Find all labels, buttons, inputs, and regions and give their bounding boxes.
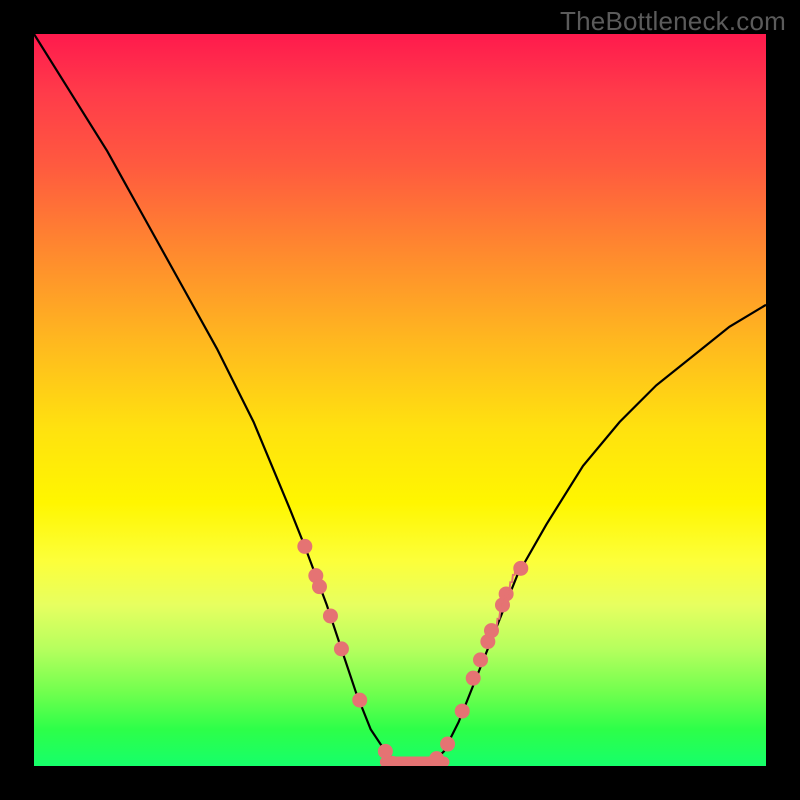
- marker-dot: [429, 751, 444, 766]
- marker-dot: [378, 744, 393, 759]
- marker-dot: [297, 539, 312, 554]
- marker-dot: [466, 671, 481, 686]
- marker-dot: [334, 641, 349, 656]
- marker-dot: [473, 652, 488, 667]
- marker-dot: [455, 704, 470, 719]
- marker-dot: [401, 760, 414, 767]
- marker-dot: [308, 568, 323, 583]
- chart-frame: TheBottleneck.com: [0, 0, 800, 800]
- marker-dot: [415, 760, 428, 767]
- watermark-text: TheBottleneck.com: [560, 6, 786, 37]
- marker-dot: [323, 608, 338, 623]
- marker-dot: [499, 586, 514, 601]
- marker-dot: [386, 756, 399, 766]
- spike-decor: [497, 567, 516, 627]
- marker-points: [297, 539, 528, 766]
- marker-dot: [352, 693, 367, 708]
- marker-dot: [480, 634, 495, 649]
- plot-area: [34, 34, 766, 766]
- marker-dot: [495, 597, 510, 612]
- curve-svg: [34, 34, 766, 766]
- marker-dot: [484, 623, 499, 638]
- marker-dot: [312, 579, 327, 594]
- marker-dot: [440, 737, 455, 752]
- marker-dot: [513, 561, 528, 576]
- bottleneck-curve: [34, 34, 766, 766]
